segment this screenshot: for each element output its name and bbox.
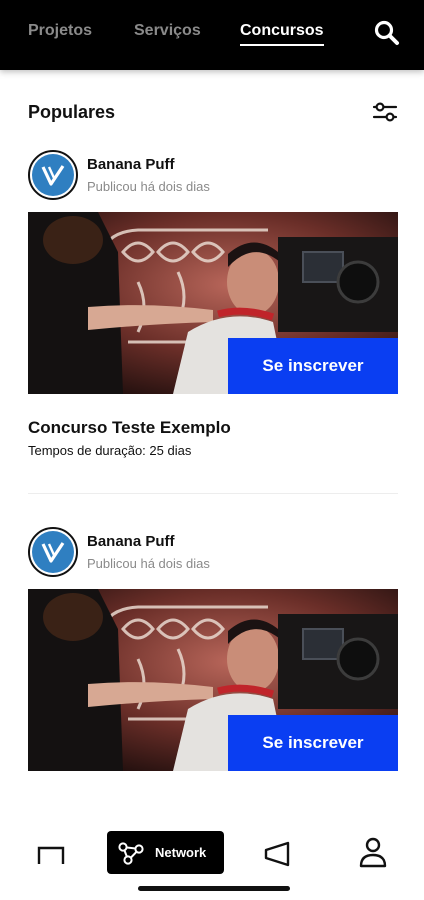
filter-sliders-icon — [372, 102, 398, 122]
home-icon — [37, 846, 65, 864]
profile-icon — [359, 837, 387, 868]
tab-projetos[interactable]: Projetos — [28, 22, 92, 40]
contest-photo[interactable]: Se inscrever — [28, 589, 398, 771]
post-card: Banana Puff Publicou há dois dias Se ins… — [28, 150, 398, 400]
nav-profile-button[interactable] — [358, 836, 388, 870]
subscribe-button[interactable]: Se inscrever — [228, 715, 398, 771]
post-card: Banana Puff Publicou há dois dias Se ins… — [28, 527, 398, 777]
post-timestamp: Publicou há dois dias — [87, 556, 210, 571]
contest-title[interactable]: Concurso Teste Exemplo — [28, 418, 231, 438]
search-icon — [374, 20, 399, 45]
filter-button[interactable] — [372, 100, 398, 124]
home-indicator — [138, 886, 290, 891]
nav-home-button[interactable] — [34, 842, 68, 868]
network-icon — [118, 841, 144, 865]
nav-network-button[interactable]: Network — [107, 831, 224, 874]
author-name[interactable]: Banana Puff — [87, 533, 175, 550]
section-title: Populares — [28, 102, 116, 122]
tab-servicos[interactable]: Serviços — [134, 22, 201, 40]
avatar[interactable] — [28, 527, 78, 577]
author-name[interactable]: Banana Puff — [87, 156, 175, 173]
brand-logo-icon — [41, 165, 65, 186]
avatar[interactable] — [28, 150, 78, 200]
top-navigation-bar: Projetos Serviços Concursos — [0, 0, 424, 70]
subscribe-button[interactable]: Se inscrever — [228, 338, 398, 394]
contest-duration: Tempos de duração: 25 dias — [28, 443, 192, 458]
tab-concursos[interactable]: Concursos — [240, 22, 324, 46]
search-button[interactable] — [372, 18, 402, 48]
megaphone-icon — [264, 841, 290, 867]
nav-network-label: Network — [155, 845, 207, 860]
contest-photo[interactable]: Se inscrever — [28, 212, 398, 394]
post-timestamp: Publicou há dois dias — [87, 179, 210, 194]
brand-logo-icon — [41, 542, 65, 563]
divider — [28, 493, 398, 494]
nav-announcements-button[interactable] — [260, 840, 294, 868]
